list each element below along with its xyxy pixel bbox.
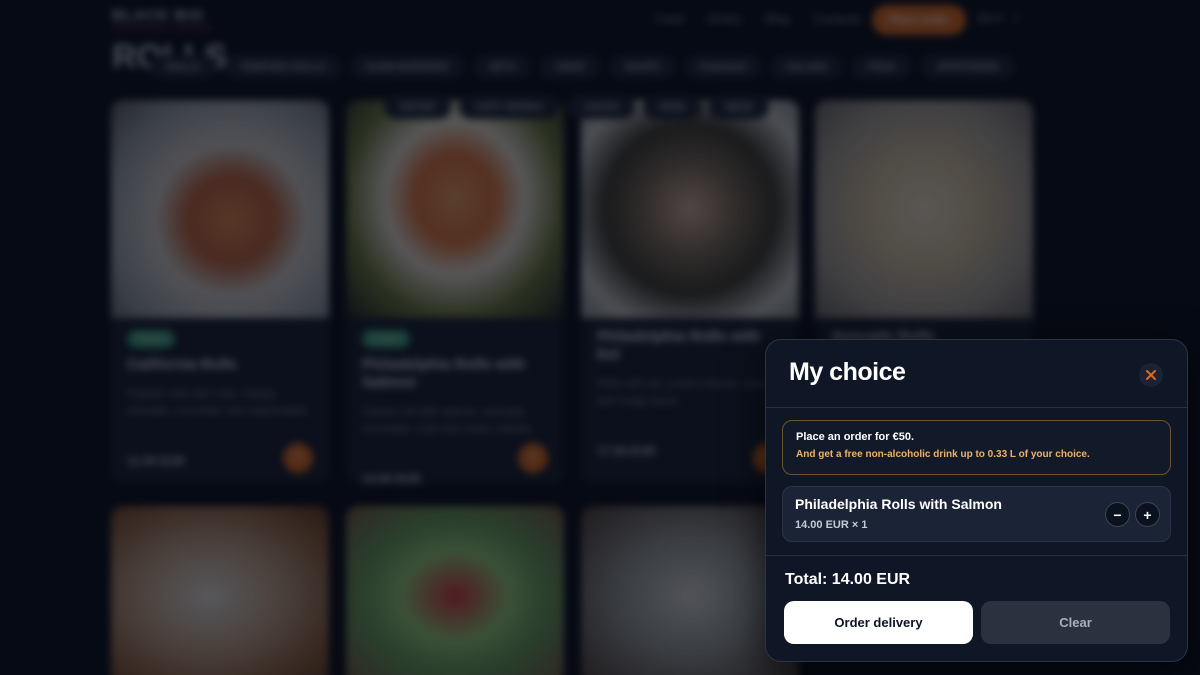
divider <box>766 555 1187 556</box>
order-delivery-button[interactable]: Order delivery <box>784 601 973 644</box>
cart-item-price-qty: 14.00 EUR × 1 <box>795 519 868 531</box>
cart-item-name: Philadelphia Rolls with Salmon <box>795 496 1002 512</box>
cart-panel: My choice Place an order for €50. And ge… <box>765 339 1188 662</box>
promo-banner: Place an order for €50. And get a free n… <box>782 420 1171 475</box>
clear-cart-button[interactable]: Clear <box>981 601 1170 644</box>
cart-title: My choice <box>789 358 906 386</box>
increase-quantity-button[interactable]: + <box>1135 502 1160 527</box>
cart-total: Total: 14.00 EUR <box>785 571 911 588</box>
promo-title: Place an order for €50. <box>796 431 914 443</box>
promo-subtitle: And get a free non-alcoholic drink up to… <box>796 449 1090 460</box>
decrease-quantity-button[interactable]: − <box>1105 502 1130 527</box>
cart-item: Philadelphia Rolls with Salmon 14.00 EUR… <box>782 486 1171 542</box>
cart-header: My choice <box>766 340 1187 408</box>
close-button[interactable] <box>1139 363 1163 387</box>
close-icon <box>1146 370 1156 380</box>
